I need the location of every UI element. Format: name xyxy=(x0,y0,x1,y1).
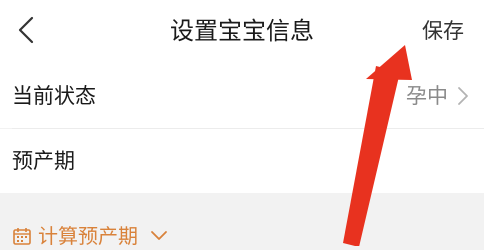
due-date-label: 预产期 xyxy=(12,149,75,173)
chevron-left-icon xyxy=(18,16,34,44)
current-status-value: 孕中 xyxy=(406,84,448,108)
save-button[interactable]: 保存 xyxy=(422,0,464,64)
page-title: 设置宝宝信息 xyxy=(170,17,314,45)
due-date-row[interactable]: 预产期 xyxy=(0,129,484,193)
chevron-right-icon xyxy=(458,87,468,105)
top-bar: 设置宝宝信息 保存 xyxy=(0,0,484,64)
calculate-due-date-toggle[interactable]: 计算预产期 xyxy=(0,212,484,248)
back-button[interactable] xyxy=(6,10,46,50)
calendar-icon xyxy=(13,228,31,245)
chevron-down-icon xyxy=(151,231,167,240)
current-status-row[interactable]: 当前状态 孕中 xyxy=(0,64,484,128)
current-status-label: 当前状态 xyxy=(12,84,96,108)
